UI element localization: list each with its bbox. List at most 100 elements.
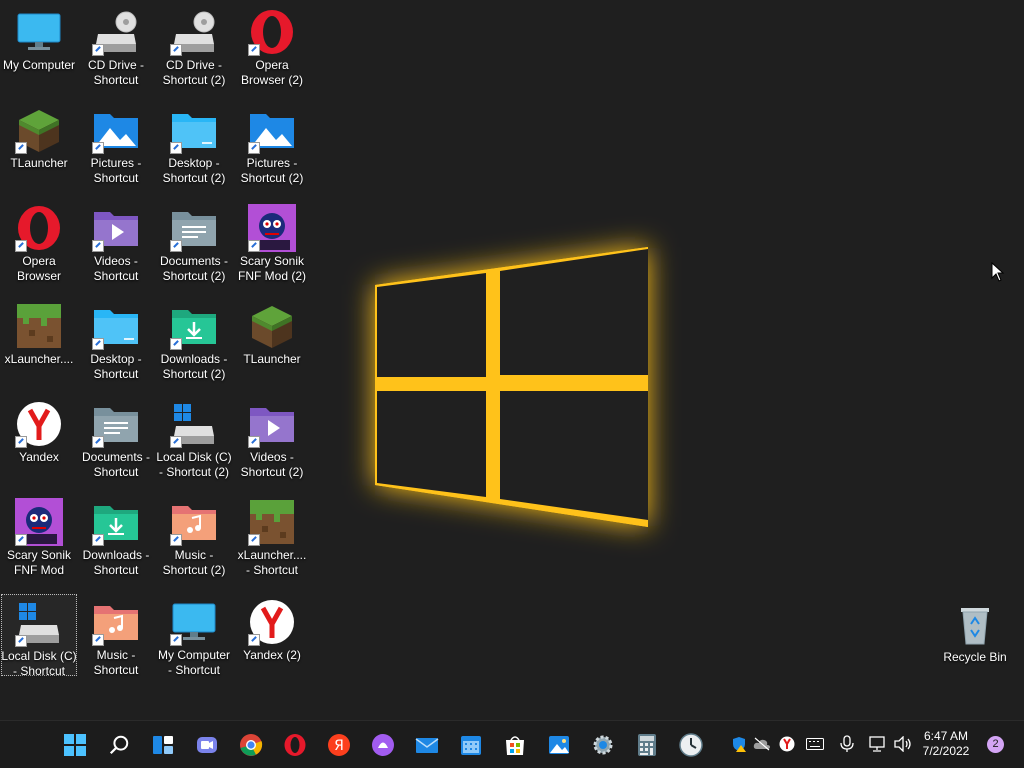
desktop-icon-xlauncher[interactable]: xLauncher.... <box>1 298 77 380</box>
shortcut-arrow-icon <box>248 436 260 448</box>
pictures-icon <box>92 106 140 154</box>
chat-icon[interactable] <box>191 729 223 761</box>
desktop-icon-label: Local Disk (C) - Shortcut <box>1 649 77 678</box>
desktop-icon-tlauncher[interactable]: TLauncher <box>1 102 77 184</box>
desktop-icon-label: Scary Sonik FNF Mod <box>6 548 72 577</box>
shortcut-arrow-icon <box>170 338 182 350</box>
widgets-icon[interactable] <box>147 729 179 761</box>
shortcut-arrow-icon <box>170 240 182 252</box>
desktop-icon-my-computer[interactable]: My Computer <box>1 4 77 86</box>
desktop-icon-yandex[interactable]: Yandex <box>1 396 77 478</box>
settings-icon[interactable] <box>587 729 619 761</box>
desktop-icon-scary-sonik-fnf-mod[interactable]: Scary Sonik FNF Mod <box>1 494 77 577</box>
alice-icon[interactable] <box>367 729 399 761</box>
desktop-icon-yandex-2[interactable]: Yandex (2) <box>234 594 310 676</box>
shortcut-arrow-icon <box>248 44 260 56</box>
desktop-icon-xlauncher-shortcut[interactable]: xLauncher.... - Shortcut <box>234 494 310 577</box>
microphone-icon[interactable] <box>838 735 856 753</box>
desktop-icon-label: Pictures - Shortcut <box>90 156 142 185</box>
volume-icon[interactable] <box>894 735 912 753</box>
desktop-icon-label: Yandex <box>19 450 59 464</box>
shortcut-arrow-icon <box>15 436 27 448</box>
desktop-icon-scary-sonik-fnf-mod-2[interactable]: Scary Sonik FNF Mod (2) <box>234 200 310 283</box>
shortcut-arrow-icon <box>170 142 182 154</box>
desktop-icon-local-disk-c-shortcut-2[interactable]: Local Disk (C) - Shortcut (2) <box>156 396 232 479</box>
network-icon[interactable] <box>869 735 887 753</box>
start-icon[interactable] <box>59 729 91 761</box>
mail-icon[interactable] <box>411 729 443 761</box>
desktop-icon-pictures-shortcut[interactable]: Pictures - Shortcut <box>78 102 154 185</box>
desktop-icon-label: Videos - Shortcut <box>93 254 139 283</box>
clock[interactable]: 6:47 AM 7/2/2022 <box>914 729 978 759</box>
desktop-icon-documents-shortcut[interactable]: Documents - Shortcut <box>78 396 154 479</box>
desktop-icon-label: Downloads - Shortcut <box>82 548 150 577</box>
shortcut-arrow-icon <box>170 436 182 448</box>
desktop-icon-videos-shortcut[interactable]: Videos - Shortcut <box>78 200 154 283</box>
shortcut-arrow-icon <box>170 634 182 646</box>
onedrive-icon[interactable] <box>753 735 771 753</box>
desktop-icon-label: Downloads - Shortcut (2) <box>160 352 228 381</box>
svg-text:Я: Я <box>334 738 344 754</box>
downloads-icon <box>92 498 140 546</box>
videos-icon <box>92 204 140 252</box>
taskbar: Я 6:47 AM 7/2/2022 <box>0 720 1024 768</box>
desktop-icon-music-shortcut-2[interactable]: Music - Shortcut (2) <box>156 494 232 577</box>
photos-icon[interactable] <box>543 729 575 761</box>
search-icon[interactable] <box>103 729 135 761</box>
shortcut-arrow-icon <box>170 534 182 546</box>
desktop-icon-label: Music - Shortcut (2) <box>162 548 226 577</box>
desktop-icon-documents-shortcut-2[interactable]: Documents - Shortcut (2) <box>156 200 232 283</box>
downloads-icon <box>170 302 218 350</box>
desktop-icon-pictures-shortcut-2[interactable]: Pictures - Shortcut (2) <box>234 102 310 185</box>
recycle-bin-label: Recycle Bin <box>943 650 1007 664</box>
desktop-icon-label: My Computer <box>2 58 76 72</box>
monitor-icon <box>170 598 218 646</box>
yandex-icon <box>15 400 63 448</box>
desktop-icon-tlauncher[interactable]: TLauncher <box>234 298 310 380</box>
grass-icon <box>15 106 63 154</box>
desktop[interactable]: My Computer TLauncher Opera Browser xLaunch… <box>0 0 1024 720</box>
calculator-icon[interactable] <box>631 729 663 761</box>
desktop-icon-label: My Computer - Shortcut <box>157 648 231 677</box>
recycle-bin[interactable]: Recycle Bin <box>937 596 1013 678</box>
shortcut-arrow-icon <box>15 534 27 546</box>
desktop-icon-label: Opera Browser <box>16 254 61 283</box>
notification-badge[interactable]: 2 <box>987 736 1004 753</box>
pictures-icon <box>248 106 296 154</box>
desktop-icon-label: Local Disk (C) - Shortcut (2) <box>156 450 232 479</box>
clock-icon[interactable] <box>675 729 707 761</box>
desktop-icon-my-computer-shortcut[interactable]: My Computer - Shortcut <box>156 594 232 677</box>
videos-icon <box>248 400 296 448</box>
desktop-icon-cd-drive-shortcut-2[interactable]: CD Drive - Shortcut (2) <box>156 4 232 87</box>
chrome-icon[interactable] <box>235 729 267 761</box>
desktop-icon-desktop-shortcut[interactable]: Desktop - Shortcut <box>78 298 154 381</box>
yandex-tray-icon[interactable] <box>778 735 796 753</box>
desktop-icon-label: Desktop - Shortcut (2) <box>162 156 226 185</box>
store-icon[interactable] <box>499 729 531 761</box>
desktop-icon-cd-drive-shortcut[interactable]: CD Drive - Shortcut <box>78 4 154 87</box>
desktop-icon-label: Desktop - Shortcut <box>90 352 142 381</box>
shortcut-arrow-icon <box>15 142 27 154</box>
clock-time: 6:47 AM <box>923 729 969 743</box>
desktop-icon-desktop-shortcut-2[interactable]: Desktop - Shortcut (2) <box>156 102 232 185</box>
windows-logo-wallpaper <box>375 247 648 527</box>
documents-icon <box>92 400 140 448</box>
shortcut-arrow-icon <box>92 338 104 350</box>
desktop-icon-opera-browser[interactable]: Opera Browser <box>1 200 77 283</box>
desktop-icon-local-disk-c-shortcut[interactable]: Local Disk (C) - Shortcut <box>1 594 77 678</box>
desktop-icon-label: Pictures - Shortcut (2) <box>240 156 304 185</box>
desktop-icon-videos-shortcut-2[interactable]: Videos - Shortcut (2) <box>234 396 310 479</box>
desktop-icon-downloads-shortcut-2[interactable]: Downloads - Shortcut (2) <box>156 298 232 381</box>
desktop-icon-music-shortcut[interactable]: Music - Shortcut <box>78 594 154 677</box>
desktop-icon-downloads-shortcut[interactable]: Downloads - Shortcut <box>78 494 154 577</box>
desktop-icon-opera-browser-2[interactable]: Opera Browser (2) <box>234 4 310 87</box>
desktop-icon-label: xLauncher.... <box>4 352 74 366</box>
defender-icon[interactable] <box>730 735 748 753</box>
opera-icon <box>248 8 296 56</box>
calendar-icon[interactable] <box>455 729 487 761</box>
yandex-browser-icon[interactable]: Я <box>323 729 355 761</box>
grass-icon <box>248 302 296 350</box>
opera-icon[interactable] <box>279 729 311 761</box>
recycle-bin-icon <box>951 600 999 648</box>
keyboard-icon[interactable] <box>806 735 824 753</box>
